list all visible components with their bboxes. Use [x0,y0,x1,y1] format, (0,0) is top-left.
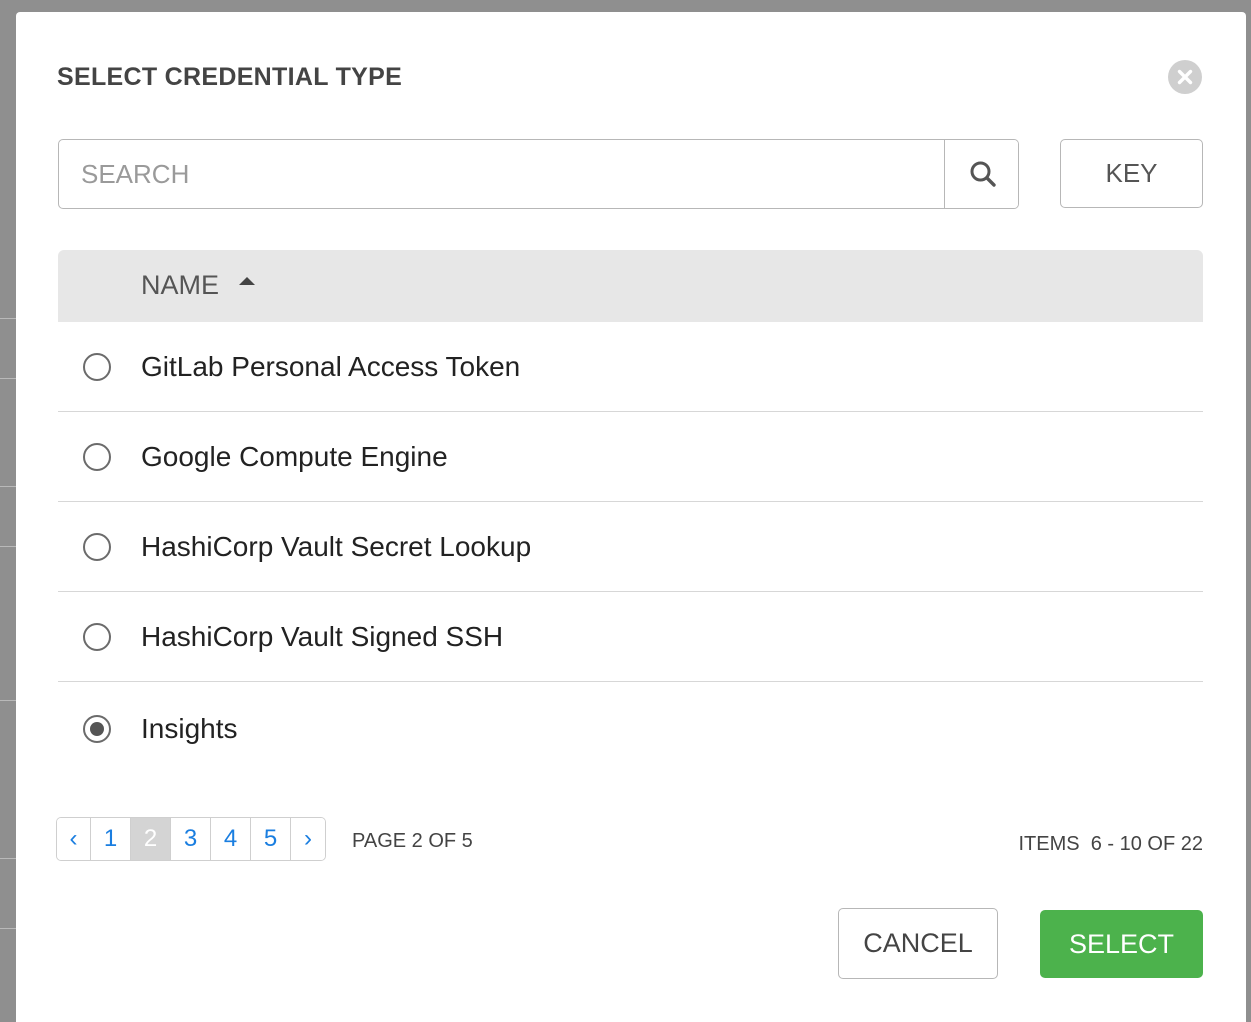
table-header: NAME [58,250,1203,322]
list-item[interactable]: HashiCorp Vault Secret Lookup [58,502,1203,592]
page-button-2-current[interactable]: 2 [131,818,171,860]
dialog-title: SELECT CREDENTIAL TYPE [57,63,403,91]
cancel-button[interactable]: CANCEL [838,908,998,979]
list-item[interactable]: GitLab Personal Access Token [58,322,1203,412]
list-item[interactable]: HashiCorp Vault Signed SSH [58,592,1203,682]
radio-button[interactable] [83,622,111,651]
radio-button[interactable] [83,532,111,561]
items-count: ITEMS 6 - 10 OF 22 [1018,833,1203,855]
page-button-3[interactable]: 3 [171,818,211,860]
list-item-label: Insights [141,713,238,744]
list-item-label: GitLab Personal Access Token [141,350,521,382]
list-item[interactable]: Insights [58,682,1203,776]
search-box [58,139,1019,209]
page-button-5[interactable]: 5 [251,818,291,860]
key-button[interactable]: KEY [1060,139,1203,208]
search-input[interactable] [59,140,943,208]
radio-button[interactable] [83,352,111,381]
backdrop-line [0,700,16,701]
page-info: PAGE 2 OF 5 [352,830,473,852]
select-button[interactable]: SELECT [1040,910,1203,978]
backdrop-line [0,378,16,379]
list-item-label: HashiCorp Vault Signed SSH [141,620,504,652]
pagination: ‹ 1 2 3 4 5 › [56,817,326,861]
sort-ascending-icon [239,276,256,285]
list-item-label: HashiCorp Vault Secret Lookup [141,530,532,562]
backdrop-line [0,928,16,929]
credential-type-dialog: SELECT CREDENTIAL TYPE KEY NAME GitLab P… [16,12,1246,1022]
column-header-label: NAME [141,270,220,300]
radio-button-selected[interactable] [83,715,111,743]
column-header-name[interactable]: NAME [141,270,256,301]
page-button-4[interactable]: 4 [211,818,251,860]
close-icon[interactable] [1168,60,1202,94]
radio-button[interactable] [83,442,111,471]
list-item-label: Google Compute Engine [141,440,448,472]
search-button[interactable] [944,140,1018,208]
page-prev-button[interactable]: ‹ [57,818,91,860]
backdrop-line [0,318,16,319]
backdrop-line [0,546,16,547]
backdrop-line [0,486,16,487]
page-button-1[interactable]: 1 [91,818,131,860]
page-next-button[interactable]: › [291,818,325,860]
list-item[interactable]: Google Compute Engine [58,412,1203,502]
backdrop-line [0,858,16,859]
credential-type-list: GitLab Personal Access Token Google Comp… [58,322,1203,776]
search-icon [970,161,996,187]
